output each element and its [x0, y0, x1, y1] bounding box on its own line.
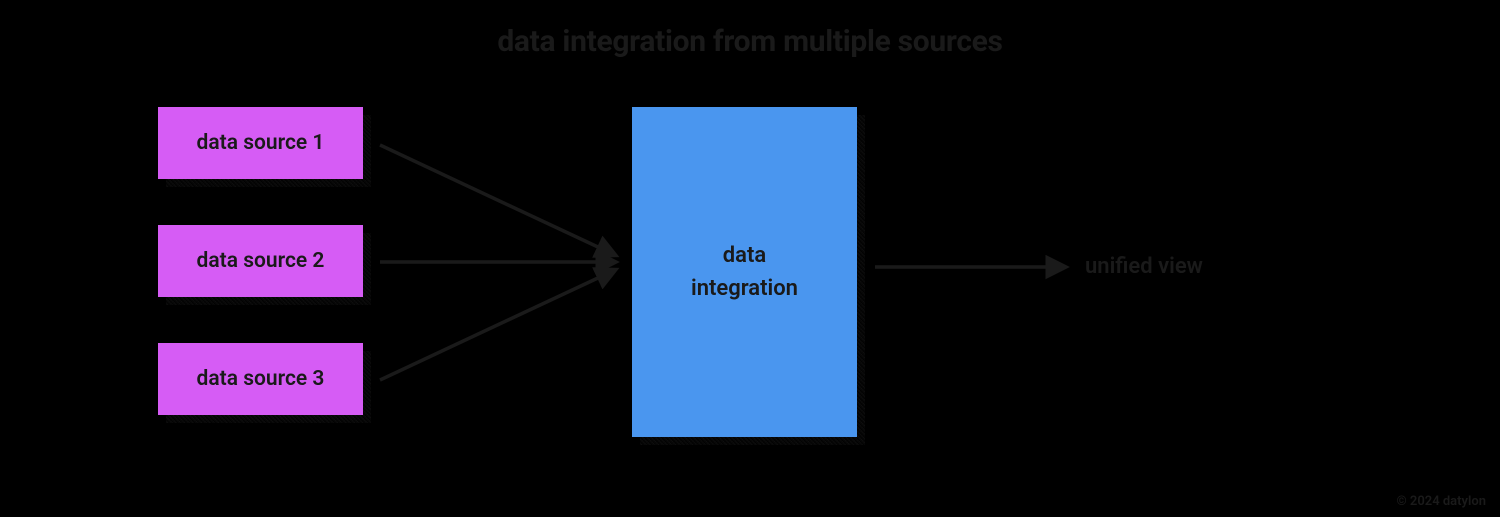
integration-label: data integration [691, 239, 798, 305]
arrow-source1-icon [380, 145, 615, 255]
unified-view-label: unified view [1085, 254, 1203, 279]
integration-box: data integration [632, 107, 857, 437]
data-source-label: data source 1 [197, 131, 325, 155]
watermark: © 2024 datylon [1396, 494, 1486, 509]
data-source-box-2: data source 2 [158, 225, 363, 297]
arrow-source3-icon [380, 270, 615, 380]
diagram-title: data integration from multiple sources [0, 24, 1500, 59]
data-source-box-1: data source 1 [158, 107, 363, 179]
data-source-label: data source 2 [197, 249, 325, 273]
data-source-box-3: data source 3 [158, 343, 363, 415]
data-source-label: data source 3 [197, 367, 325, 391]
